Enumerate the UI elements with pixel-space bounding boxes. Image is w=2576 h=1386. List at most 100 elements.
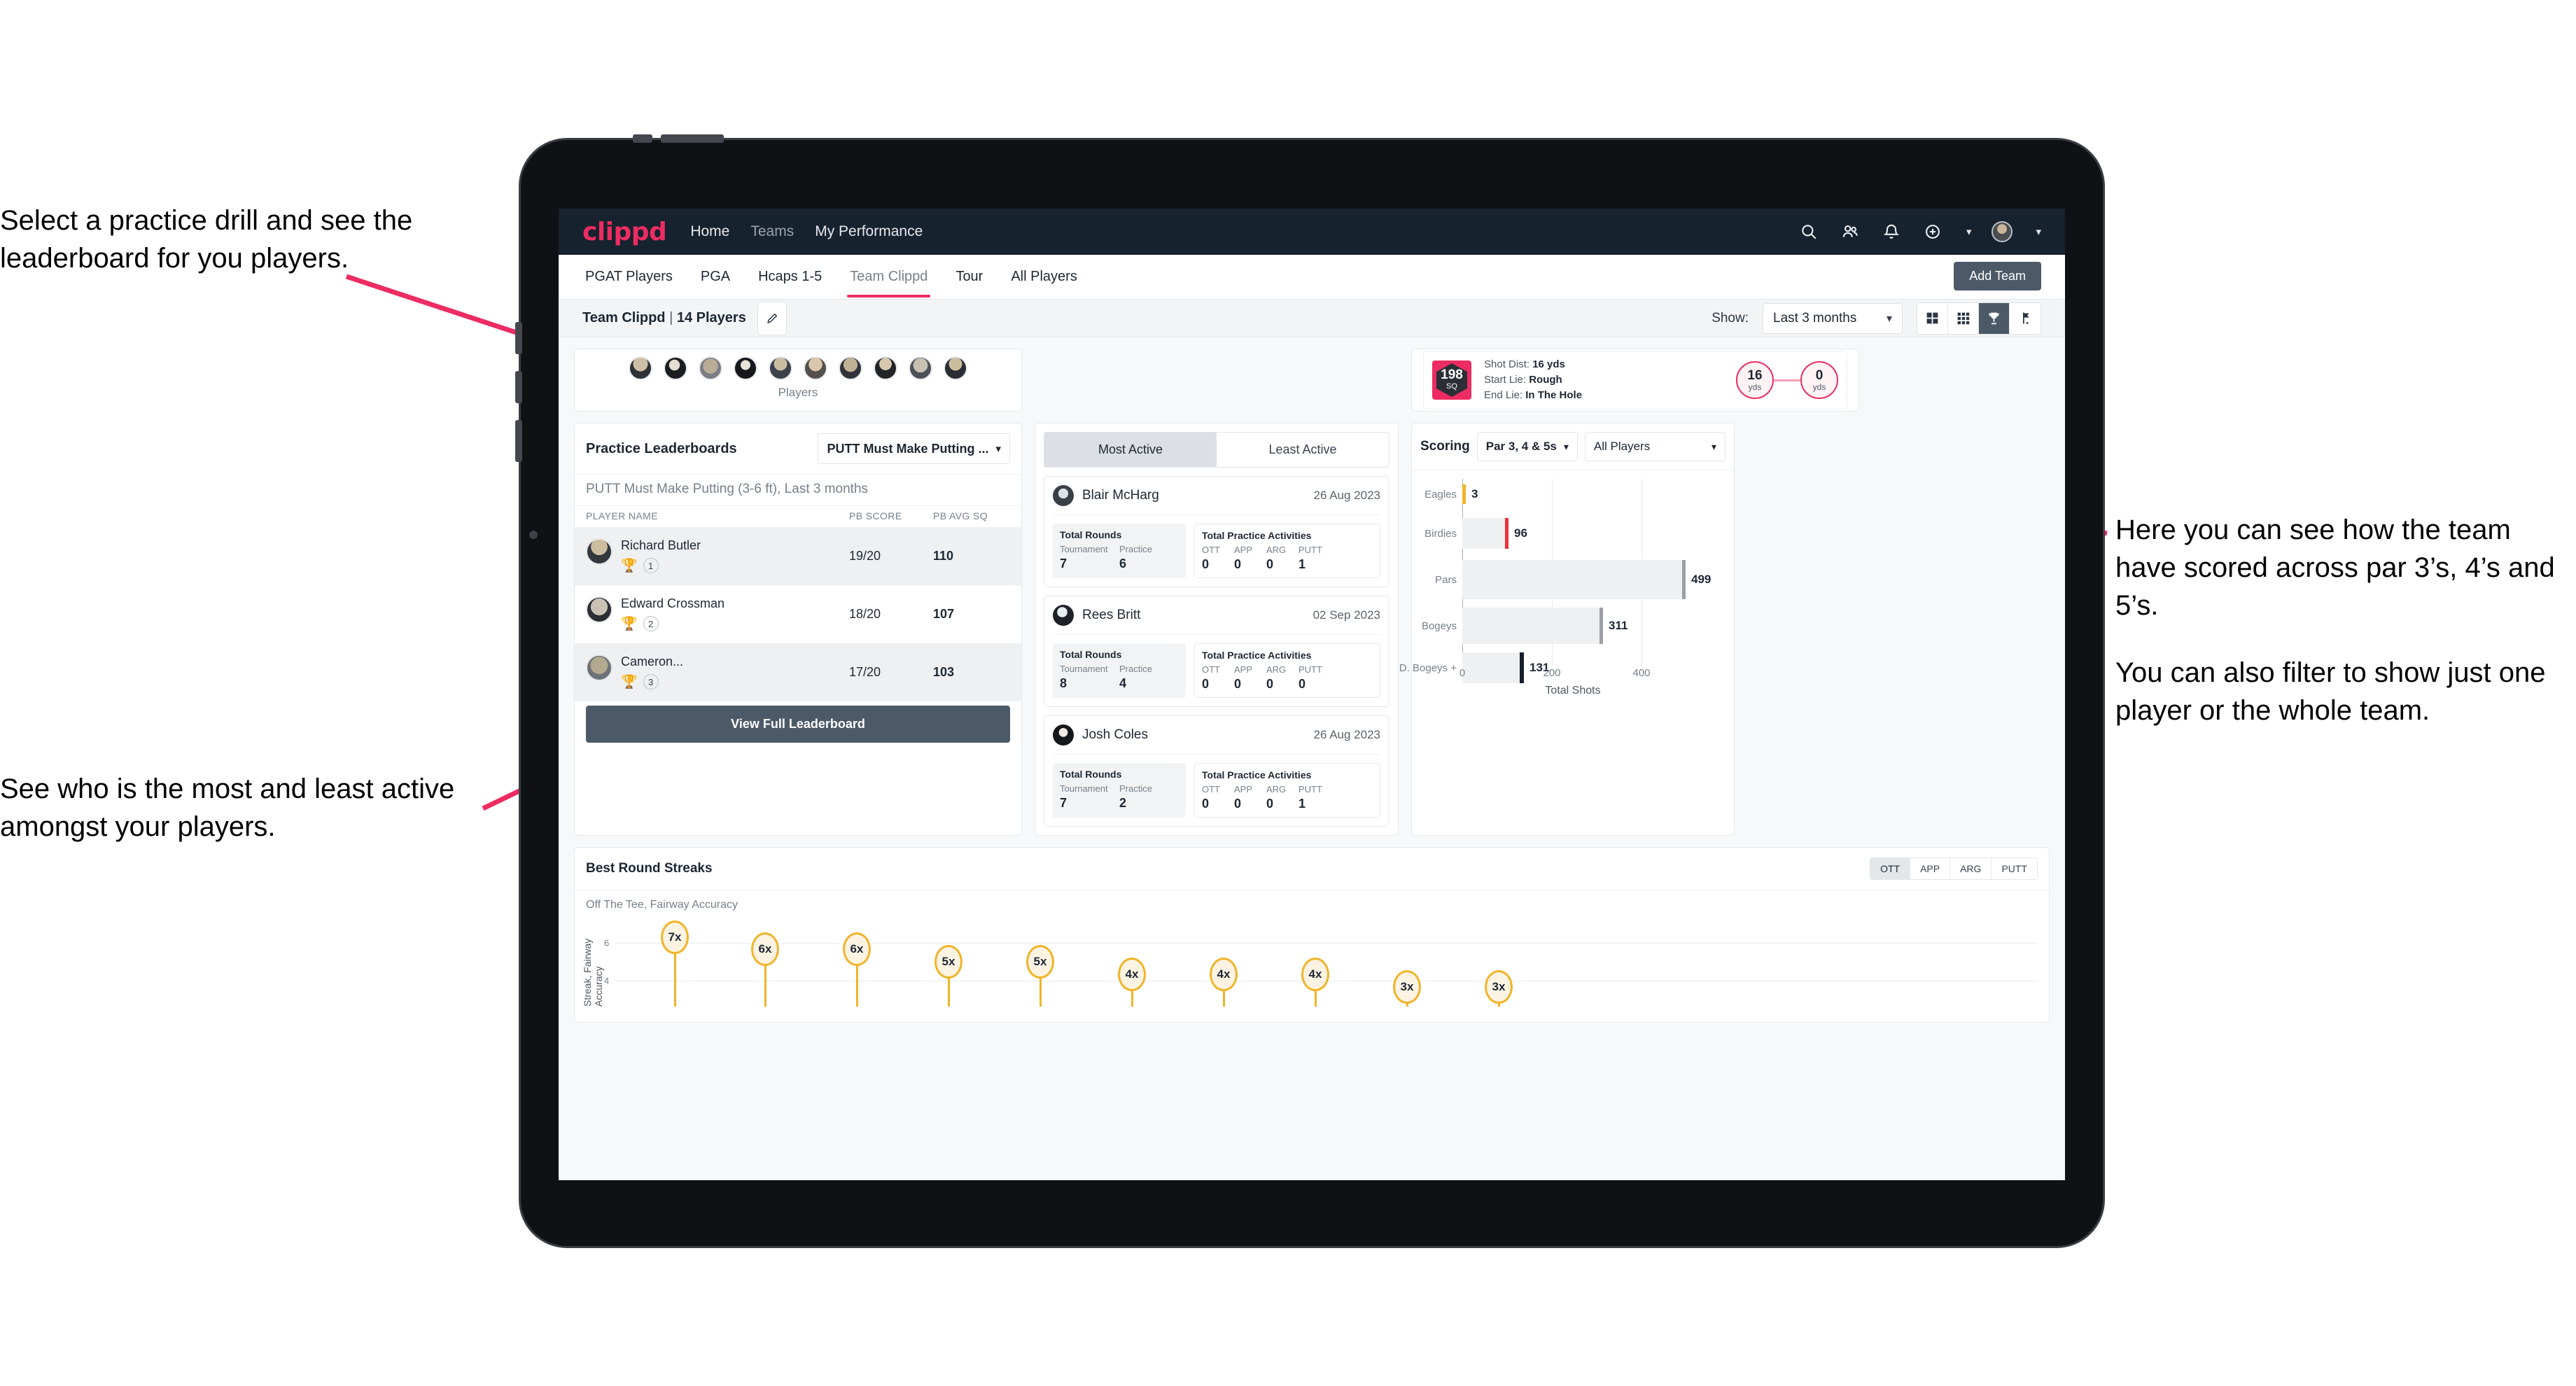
activity-date: 26 Aug 2023 bbox=[1313, 728, 1380, 741]
chevron-down-icon: ▾ bbox=[1886, 312, 1892, 325]
view-full-leaderboard-button[interactable]: View Full Leaderboard bbox=[586, 706, 1010, 743]
streak-marker[interactable]: 5x bbox=[1026, 945, 1054, 979]
activity-card[interactable]: Josh Coles 26 Aug 2023 Total Rounds Tour… bbox=[1044, 715, 1390, 827]
streak-marker[interactable]: 4x bbox=[1301, 958, 1329, 991]
add-team-button[interactable]: Add Team bbox=[1954, 262, 2041, 290]
player-avatar[interactable] bbox=[664, 356, 687, 380]
shot-dist-value: 16 yds bbox=[1532, 358, 1565, 371]
pb-score-value: 19/20 bbox=[849, 549, 881, 563]
tab-tour[interactable]: Tour bbox=[953, 256, 986, 298]
y-tick: 4 bbox=[604, 975, 610, 986]
segment-app[interactable]: APP bbox=[1910, 858, 1951, 879]
trophy-icon[interactable] bbox=[1979, 302, 2010, 334]
player-avatar[interactable] bbox=[699, 356, 722, 380]
tab-pgat-players[interactable]: PGAT Players bbox=[582, 256, 676, 298]
bell-icon[interactable] bbox=[1881, 221, 1902, 242]
tournament-value: 7 bbox=[1060, 556, 1068, 570]
player-avatar[interactable] bbox=[944, 356, 967, 380]
col-ott: OTT bbox=[1202, 784, 1220, 794]
player-avatar[interactable] bbox=[804, 356, 827, 380]
nav-item-my-performance[interactable]: My Performance bbox=[815, 223, 923, 240]
bar-label: Eagles bbox=[1424, 488, 1457, 500]
activity-date: 26 Aug 2023 bbox=[1313, 489, 1380, 502]
device-camera bbox=[529, 531, 538, 539]
y-tick: 6 bbox=[604, 937, 610, 948]
shot-quality-badge: 198 SQ bbox=[1432, 360, 1471, 400]
streak-marker[interactable]: 5x bbox=[934, 945, 962, 979]
bar-value: 96 bbox=[1514, 526, 1527, 540]
total-rounds-title: Total Rounds bbox=[1060, 649, 1122, 660]
total-rounds-box: Total Rounds Tournament Practice 7 6 bbox=[1053, 524, 1186, 578]
player-avatar[interactable] bbox=[839, 356, 862, 380]
nav-item-teams[interactable]: Teams bbox=[750, 223, 794, 240]
player-filter-value: All Players bbox=[1593, 440, 1651, 453]
table-row[interactable]: Edward Crossman 🏆 2 18/20 107 bbox=[575, 585, 1021, 643]
tab-hcaps-1-5[interactable]: Hcaps 1-5 bbox=[755, 256, 825, 298]
grid-small-icon[interactable] bbox=[1948, 302, 1979, 334]
streaks-subtitle: Off The Tee, Fairway Accuracy bbox=[575, 890, 2049, 911]
team-name: Team Clippd bbox=[582, 310, 666, 326]
clippd-logo[interactable]: clippd bbox=[582, 218, 667, 246]
bar-cap bbox=[1600, 608, 1603, 644]
activity-card-header: Josh Coles 26 Aug 2023 bbox=[1053, 724, 1380, 746]
streak-marker[interactable]: 3x bbox=[1485, 970, 1513, 1004]
nav-item-home[interactable]: Home bbox=[690, 223, 729, 240]
player-avatar[interactable] bbox=[734, 356, 757, 380]
table-row[interactable]: Cameron... 🏆 3 17/20 103 bbox=[575, 643, 1021, 701]
leaderboard-header: Practice Leaderboards PUTT Must Make Put… bbox=[575, 424, 1021, 474]
search-icon[interactable] bbox=[1798, 221, 1819, 242]
tab-least-active[interactable]: Least Active bbox=[1217, 433, 1389, 467]
x-axis-label: Total Shots bbox=[1545, 685, 1601, 696]
player-avatar[interactable] bbox=[909, 356, 932, 380]
activity-card[interactable]: Rees Britt 02 Sep 2023 Total Rounds Tour… bbox=[1044, 596, 1390, 707]
activity-card-body: Total Rounds Tournament Practice 7 6 Tot… bbox=[1053, 514, 1380, 578]
practice-leaderboards-panel: Practice Leaderboards PUTT Must Make Put… bbox=[574, 423, 1022, 836]
segment-ott[interactable]: OTT bbox=[1870, 858, 1911, 879]
scoring-panel: Scoring Par 3, 4 & 5s ▾ All Players ▾ Ea… bbox=[1399, 423, 1735, 836]
streak-marker[interactable]: 4x bbox=[1210, 958, 1238, 991]
scoring-header: Scoring Par 3, 4 & 5s ▾ All Players ▾ bbox=[1412, 424, 1734, 470]
pencil-icon[interactable] bbox=[757, 301, 787, 335]
par-filter-select[interactable]: Par 3, 4 & 5s ▾ bbox=[1476, 432, 1578, 461]
plus-chevron-down-icon[interactable]: ▾ bbox=[1966, 225, 1972, 238]
avatar[interactable] bbox=[1991, 221, 2013, 242]
player-avatar[interactable] bbox=[629, 356, 652, 380]
player-avatar[interactable] bbox=[874, 356, 897, 380]
practice-activities-values: 0 0 0 1 bbox=[1202, 797, 1373, 811]
player-info: Cameron... 🏆 3 bbox=[621, 654, 683, 690]
tab-team-clippd[interactable]: Team Clippd bbox=[847, 256, 931, 298]
streak-marker[interactable]: 4x bbox=[1118, 958, 1146, 991]
tab-all-players[interactable]: All Players bbox=[1008, 256, 1079, 298]
player-info: Edward Crossman 🏆 2 bbox=[621, 596, 724, 632]
col-arg: ARG bbox=[1266, 664, 1287, 675]
avatar-chevron-down-icon[interactable]: ▾ bbox=[2036, 225, 2041, 238]
tab-pga[interactable]: PGA bbox=[698, 256, 733, 298]
putt-value: 1 bbox=[1298, 797, 1306, 811]
grid-large-icon[interactable] bbox=[1917, 302, 1948, 334]
activity-card[interactable]: Blair McHarg 26 Aug 2023 Total Rounds To… bbox=[1044, 476, 1390, 587]
streak-marker[interactable]: 6x bbox=[751, 932, 779, 966]
tab-most-active[interactable]: Most Active bbox=[1044, 433, 1217, 467]
bar-cap bbox=[1505, 518, 1508, 549]
bar-cap bbox=[1682, 560, 1686, 599]
streak-marker[interactable]: 7x bbox=[661, 920, 689, 954]
streak-marker[interactable]: 3x bbox=[1393, 970, 1421, 1004]
x-tick: 200 bbox=[1543, 667, 1561, 679]
leaderboard-player: Cameron... 🏆 3 bbox=[586, 654, 849, 690]
segment-arg[interactable]: ARG bbox=[1950, 858, 1992, 879]
annotation-right-text-1: Here you can see how the team have score… bbox=[2115, 514, 2555, 621]
people-icon[interactable] bbox=[1840, 221, 1861, 242]
segment-putt[interactable]: PUTT bbox=[1991, 858, 2037, 879]
avatar bbox=[586, 538, 612, 565]
table-row[interactable]: Richard Butler 🏆 1 19/20 110 bbox=[575, 527, 1021, 585]
streaks-chart: Streak, Fairway Accuracy 6 4 7x 6x 6x 5x… bbox=[582, 917, 2038, 1022]
player-filter-select[interactable]: All Players ▾ bbox=[1584, 432, 1726, 461]
shot-detail-lines: Shot Dist: 16 yds Start Lie: Rough End L… bbox=[1484, 357, 1582, 402]
plus-circle-icon[interactable] bbox=[1922, 221, 1943, 242]
player-avatar[interactable] bbox=[769, 356, 792, 380]
flag-icon[interactable] bbox=[2010, 303, 2040, 334]
date-range-select[interactable]: Last 3 months ▾ bbox=[1763, 302, 1903, 334]
drill-select[interactable]: PUTT Must Make Putting ... ▾ bbox=[818, 433, 1010, 464]
main-panels-row: Practice Leaderboards PUTT Must Make Put… bbox=[574, 423, 2050, 836]
streak-marker[interactable]: 6x bbox=[843, 932, 871, 966]
